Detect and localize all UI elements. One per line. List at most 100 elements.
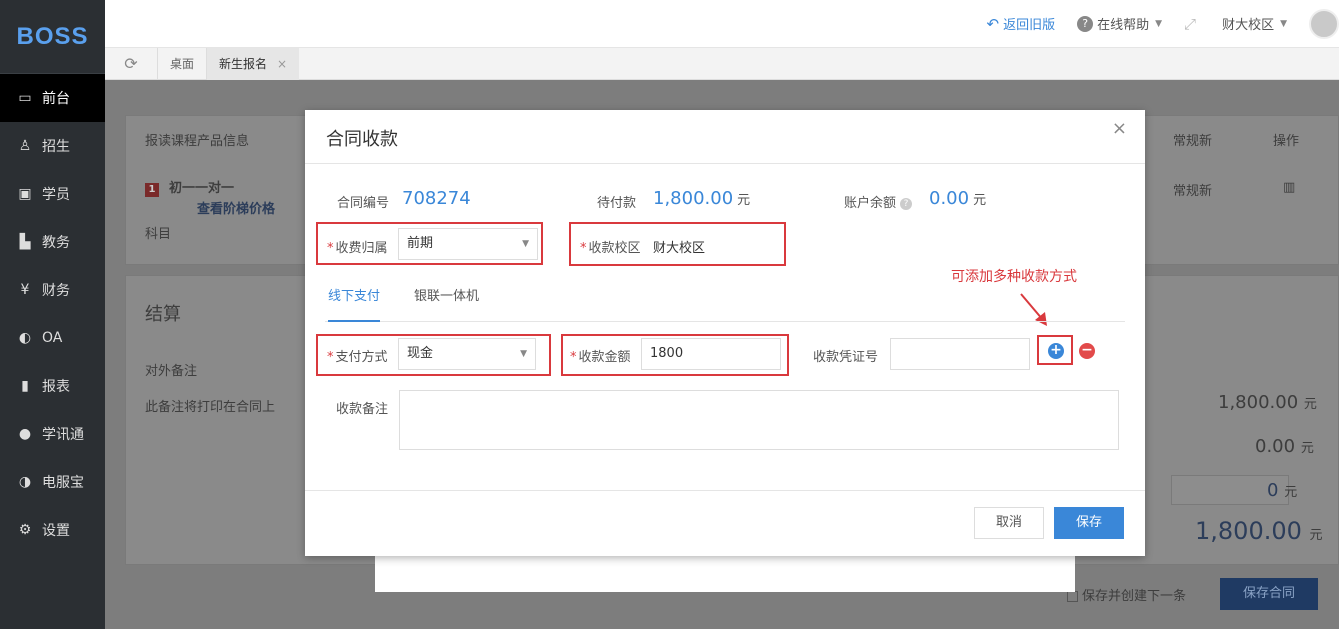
sidebar-item-label: 招生 [42, 139, 70, 155]
course-name: 1 初一一对一 [145, 177, 234, 197]
campus-label: 财大校区 [1222, 18, 1275, 33]
sidebar-item-label: 设置 [42, 523, 70, 539]
sidebar-item-label: 电服宝 [42, 475, 84, 491]
remove-payment-icon[interactable]: − [1079, 343, 1095, 359]
sidebar-item-4[interactable]: ¥ 财务 [0, 266, 105, 314]
fee-belong-value: 前期 [407, 236, 434, 251]
campus-value: 财大校区 [653, 241, 706, 256]
user-add-icon: ♙ [18, 138, 32, 154]
yen-icon: ¥ [20, 282, 30, 298]
online-help-label: 在线帮助 [1097, 18, 1150, 33]
voucher-label: 收款凭证号 [813, 350, 879, 365]
sidebar-item-6[interactable]: ▮ 报表 [0, 362, 105, 410]
settle-heading: 结算 [145, 304, 181, 325]
chevron-down-icon: ▼ [1155, 18, 1163, 29]
fee-belong-select[interactable]: 前期 ▼ [398, 228, 538, 260]
sidebar-item-label: 前台 [42, 91, 70, 107]
fee-belong-label-text: 收费归属 [335, 241, 388, 256]
amount-label: * 收款金额 [570, 350, 631, 365]
sidebar-item-label: 学讯通 [42, 427, 84, 443]
sidebar-item-label: 报表 [42, 379, 70, 395]
campus-switcher[interactable]: 财大校区 ▼ [1222, 14, 1287, 33]
refresh-icon[interactable]: ⟳ [105, 54, 157, 73]
sum-discount-value: 0.00 [1255, 436, 1296, 457]
pay-method-select[interactable]: 现金 ▼ [398, 338, 536, 370]
sum-total-unit: 元 [1303, 397, 1317, 412]
balance-value: 0.00 [929, 188, 970, 209]
payment-remark-textarea[interactable] [399, 390, 1119, 450]
sidebar-item-8[interactable]: ◑ 电服宝 [0, 458, 105, 506]
save-and-new-checkbox: 保存并创建下一条 [1067, 585, 1186, 604]
pay-method-label: * 支付方式 [327, 350, 388, 365]
sidebar-item-label: OA [42, 330, 63, 346]
tab-desktop[interactable]: 桌面 [157, 47, 206, 80]
status-select-2: 常规新 [1173, 184, 1213, 199]
sidebar-item-label: 财务 [42, 283, 70, 299]
due-amount: 1,800.00 元 [653, 188, 750, 209]
tab-unionpay[interactable]: 银联一体机 [414, 288, 479, 322]
chevron-down-icon: ▼ [522, 239, 529, 249]
close-icon[interactable]: × [277, 57, 287, 71]
payment-remark-label: 收款备注 [336, 402, 389, 417]
sidebar-item-2[interactable]: ▣ 学员 [0, 170, 105, 218]
add-payment-icon[interactable]: + [1048, 343, 1064, 359]
avatar[interactable] [1309, 8, 1339, 39]
back-old-version-link[interactable]: ↶ 返回旧版 [987, 14, 1056, 34]
subject-label: 科目 [145, 227, 172, 242]
save-contract-button: 保存合同 [1220, 578, 1318, 610]
view-price-link: 查看阶梯价格 [197, 202, 276, 217]
cancel-button[interactable]: 取消 [974, 507, 1044, 539]
course-name-text: 初一一对一 [169, 181, 235, 196]
amount-input[interactable]: 1800 [641, 338, 781, 370]
online-help-menu[interactable]: ? 在线帮助 ▼ [1077, 14, 1162, 33]
sum-payable: 1,800.00 元 [1195, 517, 1323, 545]
calendar-icon: ▭ [18, 90, 32, 106]
save-and-new-label: 保存并创建下一条 [1082, 589, 1187, 604]
balance-label: 账户余额? [844, 192, 913, 211]
book-icon: ▙ [19, 234, 31, 250]
chevron-down-icon: ▼ [520, 349, 527, 359]
campus-label-text: 收款校区 [588, 241, 641, 256]
sum-discount: 0.00 元 [1255, 436, 1314, 457]
phone-icon: ◑ [18, 474, 32, 490]
sidebar-item-9[interactable]: ⚙ 设置 [0, 506, 105, 554]
pay-method-label-text: 支付方式 [335, 350, 388, 365]
sidebar-item-0[interactable]: ▭ 前台 [0, 74, 105, 122]
remark-label: 对外备注 [145, 364, 198, 379]
tab-bar: ⟳ 桌面 新生报名 × [105, 47, 1339, 80]
id-card-icon: ▣ [18, 186, 32, 202]
toggle-icon: ◐ [18, 330, 32, 346]
sidebar-item-5[interactable]: ◐ OA [0, 314, 105, 362]
save-button[interactable]: 保存 [1054, 507, 1124, 539]
pay-method-value: 现金 [407, 346, 434, 361]
status-select: 常规新 [1173, 134, 1213, 149]
sum-discount-unit: 元 [1300, 441, 1314, 456]
voucher-input[interactable] [890, 338, 1030, 370]
sidebar-item-3[interactable]: ▙ 教务 [0, 218, 105, 266]
bar-chart-icon: ▮ [21, 378, 29, 394]
tab-offline-payment[interactable]: 线下支付 [328, 288, 381, 322]
tab-new-enroll-label: 新生报名 [219, 56, 268, 71]
campus-label: * 收款校区 [580, 241, 641, 256]
sum-total: 1,800.00 元 [1218, 392, 1317, 413]
location-icon: ● [18, 426, 32, 442]
close-icon[interactable]: × [1112, 118, 1127, 139]
sidebar-item-label: 学员 [42, 187, 70, 203]
due-label: 待付款 [597, 196, 637, 211]
sum-extra: 0 元 [1267, 480, 1297, 501]
chevron-down-icon: ▼ [1280, 18, 1287, 29]
balance-unit: 元 [973, 193, 987, 208]
due-unit: 元 [737, 193, 751, 208]
sidebar-item-7[interactable]: ● 学讯通 [0, 410, 105, 458]
sum-extra-unit: 元 [1284, 485, 1298, 500]
contract-payment-dialog: 合同收款 × 合同编号 708274 待付款 1,800.00 元 账户余额? 0… [305, 110, 1145, 556]
tab-new-enroll[interactable]: 新生报名 × [206, 47, 300, 80]
fullscreen-button[interactable]: ⤢ [1184, 15, 1200, 33]
balance-amount: 0.00 元 [929, 188, 986, 209]
sum-payable-unit: 元 [1309, 528, 1323, 543]
amount-label-text: 收款金额 [578, 350, 631, 365]
help-icon[interactable]: ? [900, 197, 913, 210]
payment-tabs: 线下支付 银联一体机 [325, 280, 1125, 322]
help-icon: ? [1077, 15, 1094, 32]
sidebar-item-1[interactable]: ♙ 招生 [0, 122, 105, 170]
